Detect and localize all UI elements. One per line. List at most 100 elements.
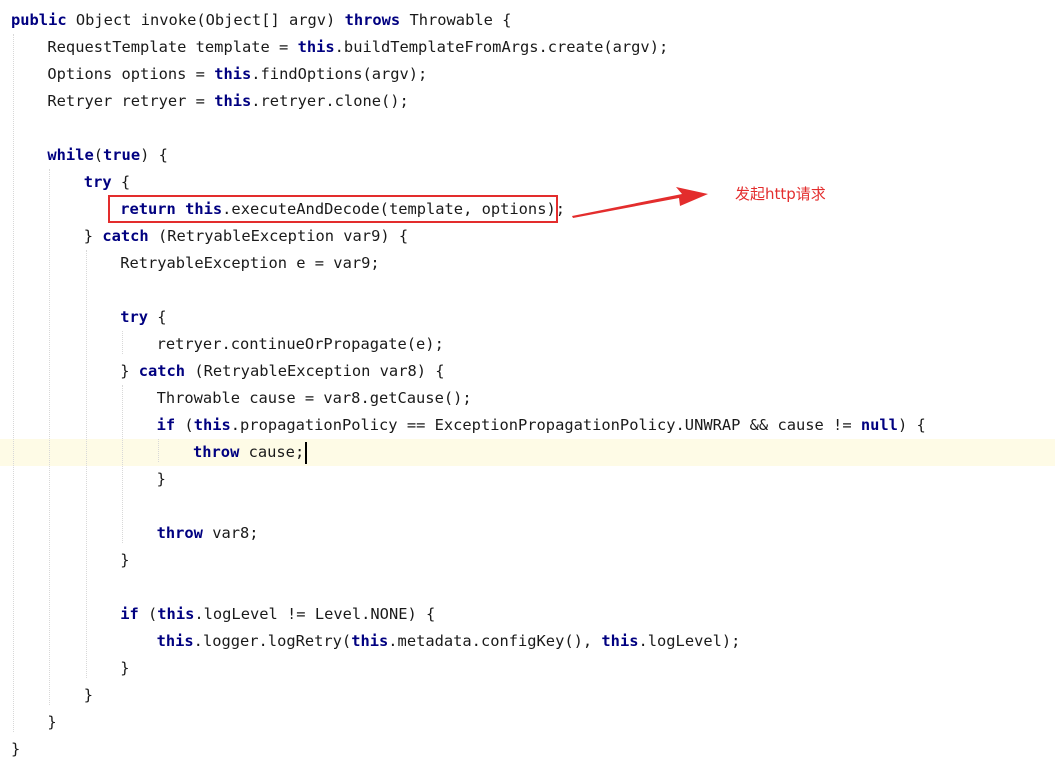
code-keyword: this — [193, 416, 231, 434]
code-token: .retryer.clone(); — [251, 92, 409, 110]
annotation-label: 发起http请求 — [735, 185, 826, 203]
code-line[interactable]: this.logger.logRetry(this.metadata.confi… — [0, 628, 1055, 655]
code-keyword: try — [83, 173, 112, 191]
code-keyword: if — [156, 416, 176, 434]
code-line[interactable]: } — [0, 709, 1055, 736]
code-line-text: } — [120, 547, 129, 574]
code-keyword: this — [156, 632, 194, 650]
code-token: ( — [175, 416, 194, 434]
code-line[interactable]: RequestTemplate template = this.buildTem… — [0, 34, 1055, 61]
code-token: .logLevel); — [638, 632, 741, 650]
code-token: .logger.logRetry( — [193, 632, 352, 650]
code-line[interactable]: Retryer retryer = this.retryer.clone(); — [0, 88, 1055, 115]
code-keyword: throws — [344, 11, 401, 29]
code-token: (RetryableException var8) { — [185, 362, 445, 380]
annotation-arrow-icon — [572, 187, 708, 218]
code-line[interactable]: RetryableException e = var9; — [0, 250, 1055, 277]
indent-guide — [86, 250, 87, 678]
code-keyword: this — [351, 632, 389, 650]
code-line-text: } — [120, 655, 129, 682]
code-line-text: if (this.logLevel != Level.NONE) { — [120, 601, 435, 628]
code-line-text: } catch (RetryableException var8) { — [120, 358, 444, 385]
code-token: (RetryableException var9) { — [148, 227, 409, 245]
code-keyword: catch — [102, 227, 149, 245]
code-line-text: } — [11, 736, 20, 763]
code-keyword: this — [297, 38, 335, 56]
code-line[interactable]: } catch (RetryableException var9) { — [0, 223, 1055, 250]
code-keyword: this — [214, 65, 252, 83]
code-token: Throwable cause = var8.getCause(); — [156, 389, 472, 407]
code-keyword: try — [120, 308, 148, 326]
code-line-text: retryer.continueOrPropagate(e); — [157, 331, 444, 358]
code-token: Options options = — [47, 65, 215, 83]
code-line-text: if (this.propagationPolicy == ExceptionP… — [157, 412, 926, 439]
code-line-text: throw cause; — [193, 439, 304, 466]
code-token: Object invoke(Object[] argv) — [66, 11, 345, 29]
code-line-text: } catch (RetryableException var9) { — [84, 223, 408, 250]
code-line[interactable]: retryer.continueOrPropagate(e); — [0, 331, 1055, 358]
code-line[interactable] — [0, 277, 1055, 304]
code-line-text: } — [84, 682, 93, 709]
code-keyword: if — [120, 605, 139, 623]
code-token: { — [148, 308, 167, 326]
code-editor[interactable]: public Object invoke(Object[] argv) thro… — [0, 0, 1055, 767]
code-token: } — [156, 470, 166, 488]
code-line[interactable]: throw var8; — [0, 520, 1055, 547]
code-token: .logLevel != Level.NONE) { — [194, 605, 436, 623]
code-keyword: true — [103, 146, 141, 164]
code-line[interactable]: } — [0, 682, 1055, 709]
code-token: retryer.continueOrPropagate(e); — [156, 335, 444, 353]
code-token: } — [83, 686, 94, 704]
code-line-text: RetryableException e = var9; — [120, 250, 379, 277]
code-line[interactable] — [0, 493, 1055, 520]
code-line[interactable]: try { — [0, 304, 1055, 331]
code-line[interactable]: } catch (RetryableException var8) { — [0, 358, 1055, 385]
code-keyword: null — [860, 416, 898, 434]
code-keyword: this — [214, 92, 252, 110]
code-line[interactable]: try { — [0, 169, 1055, 196]
code-keyword: this — [157, 605, 195, 623]
highlight-box — [108, 195, 558, 223]
code-line-text: Throwable cause = var8.getCause(); — [157, 385, 472, 412]
code-line-text: throw var8; — [157, 520, 259, 547]
code-token: } — [83, 227, 103, 245]
code-keyword: throw — [156, 524, 203, 542]
code-line[interactable]: public Object invoke(Object[] argv) thro… — [0, 7, 1055, 34]
code-line[interactable]: while(true) { — [0, 142, 1055, 169]
code-keyword: while — [47, 146, 94, 164]
code-keyword: this — [601, 632, 639, 650]
code-token: } — [47, 713, 57, 731]
code-token: .metadata.configKey(), — [388, 632, 602, 650]
indent-guide — [122, 385, 123, 543]
code-line[interactable]: } — [0, 736, 1055, 763]
code-line-text: } — [47, 709, 56, 736]
code-line-text: } — [157, 466, 166, 493]
code-line[interactable]: } — [0, 547, 1055, 574]
code-token: RequestTemplate template = — [47, 38, 298, 56]
code-line[interactable]: Options options = this.findOptions(argv)… — [0, 61, 1055, 88]
code-token: } — [120, 659, 130, 677]
code-token: Retryer retryer = — [47, 92, 215, 110]
code-line-text: Retryer retryer = this.retryer.clone(); — [47, 88, 408, 115]
code-token: ) { — [897, 416, 926, 434]
indent-guide — [158, 439, 159, 462]
code-token: { — [111, 173, 131, 191]
code-line[interactable]: if (this.propagationPolicy == ExceptionP… — [0, 412, 1055, 439]
code-token: RetryableException e = var9; — [120, 254, 380, 272]
indent-guide — [13, 34, 14, 732]
indent-guide — [122, 331, 123, 354]
code-line[interactable]: } — [0, 466, 1055, 493]
code-line-text: RequestTemplate template = this.buildTem… — [47, 34, 668, 61]
code-token: cause; — [239, 443, 305, 461]
code-token: .buildTemplateFromArgs.create(argv); — [334, 38, 669, 56]
code-line[interactable]: } — [0, 655, 1055, 682]
code-token: ( — [93, 146, 104, 164]
code-line[interactable] — [0, 115, 1055, 142]
code-token: .findOptions(argv); — [251, 65, 428, 83]
code-line[interactable] — [0, 574, 1055, 601]
code-line[interactable]: Throwable cause = var8.getCause(); — [0, 385, 1055, 412]
code-token: } — [120, 362, 139, 380]
code-token: } — [120, 551, 130, 569]
code-line[interactable]: if (this.logLevel != Level.NONE) { — [0, 601, 1055, 628]
code-line-text: Options options = this.findOptions(argv)… — [47, 61, 427, 88]
